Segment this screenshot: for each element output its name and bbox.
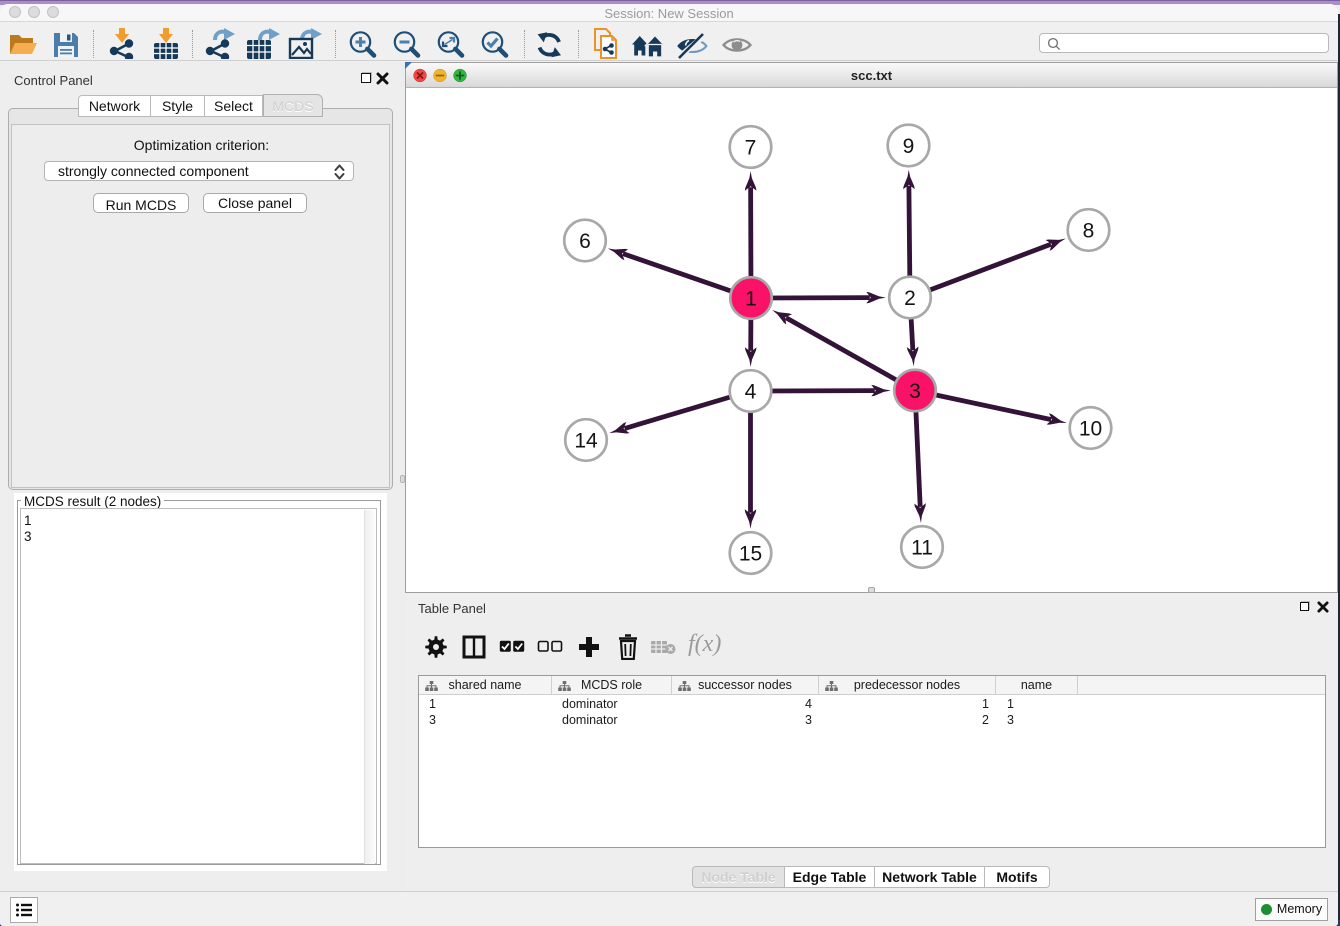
svg-text:11: 11 <box>911 537 933 560</box>
svg-text:10: 10 <box>1079 418 1102 441</box>
svg-text:4: 4 <box>745 381 757 404</box>
svg-text:9: 9 <box>903 135 915 158</box>
svg-text:8: 8 <box>1083 220 1095 243</box>
svg-text:15: 15 <box>739 543 762 566</box>
svg-text:2: 2 <box>904 287 916 310</box>
svg-text:1: 1 <box>745 288 757 311</box>
svg-text:3: 3 <box>909 380 921 403</box>
svg-text:7: 7 <box>745 137 757 160</box>
svg-text:6: 6 <box>579 230 591 253</box>
svg-text:14: 14 <box>574 430 598 453</box>
